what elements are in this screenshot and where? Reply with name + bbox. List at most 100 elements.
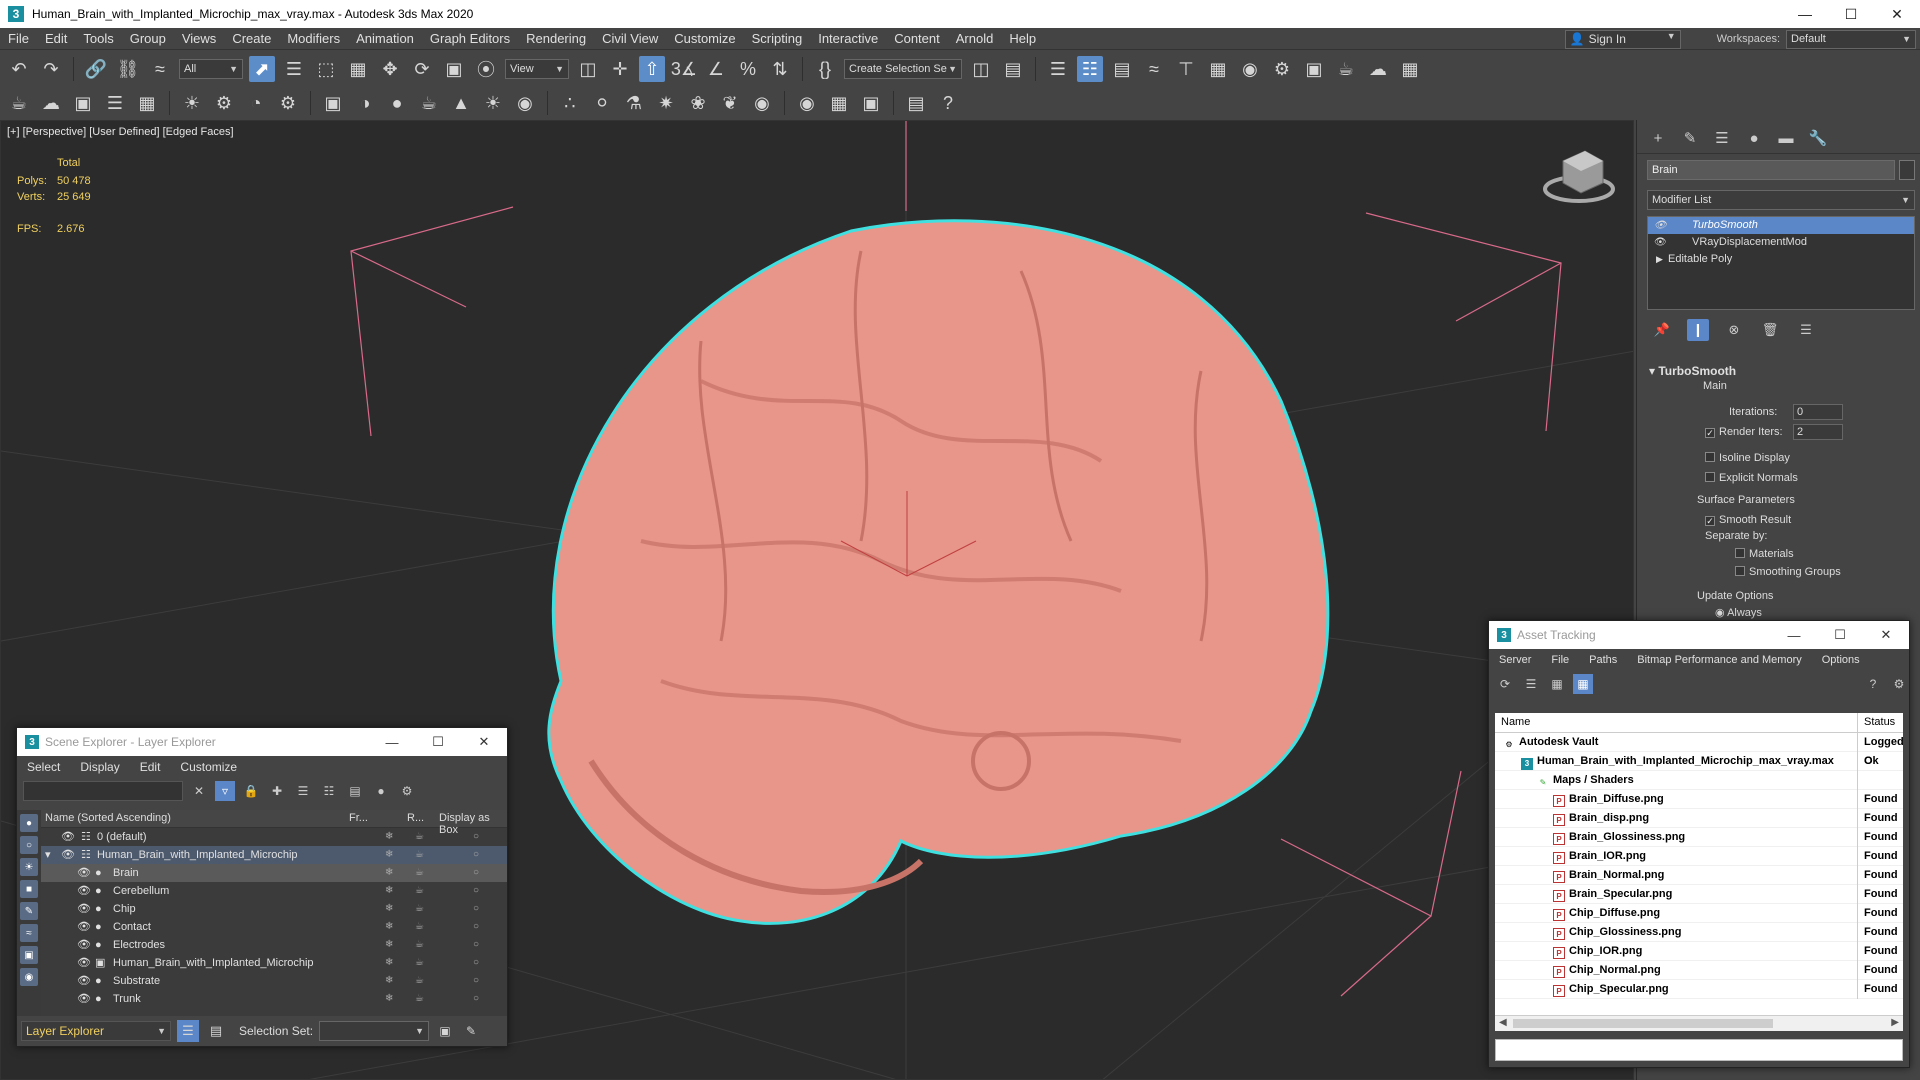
eye-icon[interactable]: 👁 xyxy=(61,846,75,864)
ribbon-icon[interactable]: ▤ xyxy=(1109,56,1135,82)
box-icon[interactable]: ○ xyxy=(473,864,479,882)
selection-filter-dropdown[interactable]: All ▼ xyxy=(179,59,243,79)
render-teapot-icon[interactable]: ☕ xyxy=(415,882,424,900)
freeze-icon[interactable]: ❄ xyxy=(385,900,393,918)
isoline-checkbox[interactable]: Isoline Display xyxy=(1705,452,1790,464)
table-row[interactable]: ✎ Maps / Shaders xyxy=(1495,771,1903,790)
scale-icon[interactable]: ▣ xyxy=(441,56,467,82)
render-teapot-icon[interactable]: ☕ xyxy=(415,846,424,864)
close-icon[interactable]: ✕ xyxy=(1863,621,1909,649)
pivot-icon[interactable]: ◫ xyxy=(575,56,601,82)
ball-icon[interactable]: ◉ xyxy=(749,90,775,116)
sun-icon[interactable]: ☀ xyxy=(480,90,506,116)
close-icon[interactable]: ✕ xyxy=(461,728,507,756)
table-icon[interactable]: ▦ xyxy=(134,90,160,116)
settings-icon[interactable]: ⚙ xyxy=(1889,674,1909,694)
modify-tab-icon[interactable]: ✎ xyxy=(1677,128,1703,148)
layers-stack-icon[interactable]: ☷ xyxy=(319,781,339,801)
box-icon[interactable]: ○ xyxy=(473,990,479,1008)
scene-search-input[interactable] xyxy=(23,781,183,801)
display-geometry-icon[interactable]: ● xyxy=(20,814,38,832)
table-row[interactable]: ▾ 👁 ☷ Human_Brain_with_Implanted_Microchip ❄… xyxy=(41,846,507,864)
materials-checkbox[interactable]: Materials xyxy=(1735,548,1794,560)
table-row[interactable]: 👁 ● Cerebellum ❄ ☕ ○ xyxy=(41,882,507,900)
table-row[interactable]: 👁 ● Contact ❄ ☕ ○ xyxy=(41,918,507,936)
filter-icon[interactable]: ▿ xyxy=(215,781,235,801)
table-row[interactable]: P Brain_disp.png Found xyxy=(1495,809,1903,828)
freeze-icon[interactable]: ❄ xyxy=(385,954,393,972)
table-row[interactable]: P Chip_IOR.png Found xyxy=(1495,942,1903,961)
table-row[interactable]: P Brain_IOR.png Found xyxy=(1495,847,1903,866)
object-name-field[interactable]: Brain xyxy=(1647,160,1895,180)
display-lights-icon[interactable]: ☀ xyxy=(20,858,38,876)
pill-icon[interactable]: ⚪ xyxy=(589,90,615,116)
menu-scripting[interactable]: Scripting xyxy=(744,28,811,50)
freeze-icon[interactable]: ❄ xyxy=(385,882,393,900)
schematic-view-icon[interactable]: ▦ xyxy=(1205,56,1231,82)
material-editor-icon[interactable]: ◉ xyxy=(1237,56,1263,82)
table-row[interactable]: 👁 ● Chip ❄ ☕ ○ xyxy=(41,900,507,918)
menu-help[interactable]: Help xyxy=(1001,28,1044,50)
eye-icon[interactable]: 👁 xyxy=(77,900,91,918)
box-icon[interactable]: ○ xyxy=(473,936,479,954)
mesh-icon[interactable]: ▦ xyxy=(826,90,852,116)
select-object-icon[interactable]: ⬈ xyxy=(249,56,275,82)
freeze-icon[interactable]: ❄ xyxy=(385,828,393,846)
menu-content[interactable]: Content xyxy=(886,28,948,50)
cone-icon[interactable]: ▲ xyxy=(448,90,474,116)
menu-tools[interactable]: Tools xyxy=(75,28,121,50)
hierarchy-mode-icon[interactable]: ▤ xyxy=(205,1020,227,1042)
at-menu-bitmap[interactable]: Bitmap Performance and Memory xyxy=(1627,654,1811,666)
redo-icon[interactable]: ↷ xyxy=(38,56,64,82)
percent-snap-icon[interactable]: % xyxy=(735,56,761,82)
help-icon[interactable]: ? xyxy=(1863,674,1883,694)
table-row[interactable]: 3 Human_Brain_with_Implanted_Microchip_ma… xyxy=(1495,752,1903,771)
menu-create[interactable]: Create xyxy=(224,28,279,50)
explorer-type-dropdown[interactable]: Layer Explorer ▼ xyxy=(21,1021,171,1041)
menu-edit[interactable]: Edit xyxy=(37,28,75,50)
render-teapot-icon[interactable]: ☕ xyxy=(415,828,424,846)
hierarchy-icon[interactable]: ▤ xyxy=(345,781,365,801)
se-menu-display[interactable]: Display xyxy=(70,760,129,774)
remove-modifier-icon[interactable]: 🗑 xyxy=(1759,319,1781,341)
eye-icon[interactable]: 👁 xyxy=(77,864,91,882)
col-render[interactable]: R... xyxy=(407,812,424,824)
col-name[interactable]: Name xyxy=(1501,716,1530,728)
object-color-swatch[interactable] xyxy=(1899,160,1915,180)
eye-icon[interactable]: 👁 xyxy=(77,972,91,990)
freeze-icon[interactable]: ❄ xyxy=(385,936,393,954)
render-icon[interactable]: ☕ xyxy=(1333,56,1359,82)
mirror-icon[interactable]: ◫ xyxy=(968,56,994,82)
rollout-header[interactable]: ▾ TurboSmooth xyxy=(1645,362,1915,380)
align-icon[interactable]: ▤ xyxy=(1000,56,1026,82)
selection-set-dropdown[interactable]: ▼ xyxy=(319,1021,430,1041)
table-row[interactable]: 👁 ▣ Human_Brain_with_Implanted_Microchip ❄ ☕… xyxy=(41,954,507,972)
viewcube[interactable] xyxy=(1543,150,1615,203)
render-teapot-icon[interactable]: ☕ xyxy=(415,864,424,882)
create-tab-icon[interactable]: + xyxy=(1645,128,1671,148)
table-row[interactable]: P Chip_Specular.png Found xyxy=(1495,980,1903,999)
flask-icon[interactable]: ⚗ xyxy=(621,90,647,116)
motion-tab-icon[interactable]: ● xyxy=(1741,128,1767,148)
render-setup-icon[interactable]: ⚙ xyxy=(1269,56,1295,82)
angle-snap-icon[interactable]: ∠ xyxy=(703,56,729,82)
pin-stack-icon[interactable]: 📌 xyxy=(1651,319,1673,341)
se-menu-select[interactable]: Select xyxy=(17,760,70,774)
select-by-name-icon[interactable]: ☰ xyxy=(281,56,307,82)
render-frame-icon[interactable]: ▣ xyxy=(70,90,96,116)
close-icon[interactable]: ✕ xyxy=(1874,0,1920,28)
menu-arnold[interactable]: Arnold xyxy=(948,28,1002,50)
eye-icon[interactable]: 👁 xyxy=(77,954,91,972)
render-teapot-icon[interactable]: ☕ xyxy=(415,972,424,990)
box-icon[interactable]: ○ xyxy=(473,846,479,864)
chevron-down-icon[interactable]: ▾ xyxy=(45,846,51,864)
table-row[interactable]: P Brain_Normal.png Found xyxy=(1495,866,1903,885)
menu-civil-view[interactable]: Civil View xyxy=(594,28,666,50)
eye-icon[interactable]: 👁 xyxy=(77,918,91,936)
maximize-icon[interactable]: ☐ xyxy=(1817,621,1863,649)
table-row[interactable]: ⚙ Autodesk Vault Logged O xyxy=(1495,733,1904,767)
freeze-icon[interactable]: ❄ xyxy=(385,972,393,990)
ref-coord-dropdown[interactable]: View ▼ xyxy=(505,59,569,79)
cloud-icon[interactable]: ☁ xyxy=(38,90,64,116)
move-icon[interactable]: ✥ xyxy=(377,56,403,82)
